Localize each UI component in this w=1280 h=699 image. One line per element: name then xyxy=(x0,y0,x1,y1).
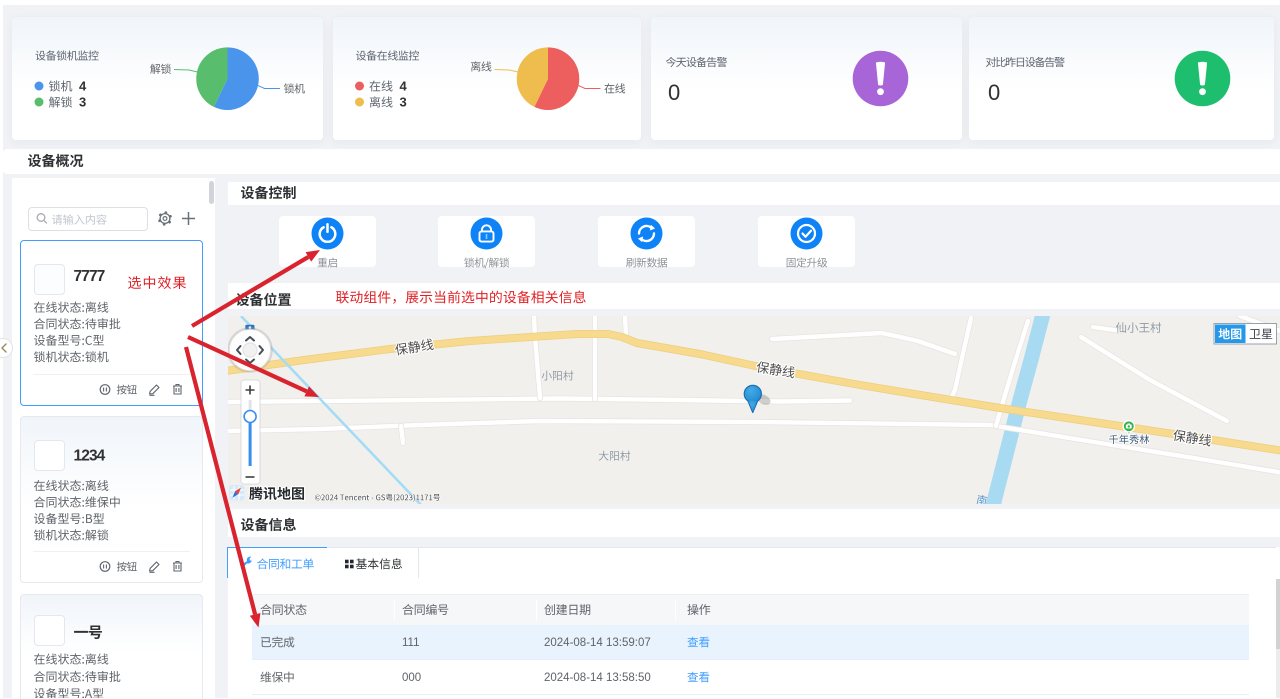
svg-text:7777: 7777 xyxy=(74,268,105,285)
svg-text:1234: 1234 xyxy=(74,448,106,465)
svg-text:3: 3 xyxy=(79,95,86,110)
svg-text:111: 111 xyxy=(402,637,419,649)
svg-text:2024-08-14 13:58:50: 2024-08-14 13:58:50 xyxy=(544,672,651,684)
svg-text:4: 4 xyxy=(400,79,408,94)
svg-text:2024-08-14 13:59:07: 2024-08-14 13:59:07 xyxy=(544,637,651,649)
svg-text:000: 000 xyxy=(402,672,421,684)
svg-text:0: 0 xyxy=(988,80,1000,105)
svg-text:3: 3 xyxy=(400,95,407,110)
svg-text:4: 4 xyxy=(79,79,87,94)
svg-text:0: 0 xyxy=(668,80,680,105)
